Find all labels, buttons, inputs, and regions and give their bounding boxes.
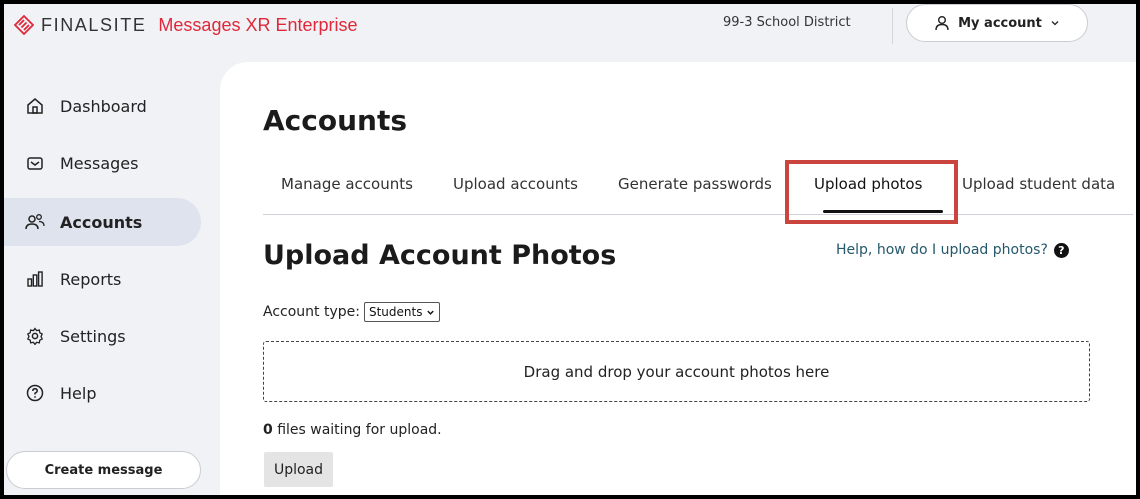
active-tab-underline [823, 210, 943, 213]
help-link-text: Help, how do I upload photos? [836, 242, 1048, 258]
dropzone-text: Drag and drop your account photos here [523, 362, 830, 381]
product-name: Messages XR Enterprise [158, 14, 358, 35]
sidebar-item-label: Help [60, 383, 97, 403]
sidebar-item-messages[interactable]: Messages [4, 139, 201, 187]
message-icon [24, 152, 46, 174]
page-title: Accounts [263, 104, 408, 137]
app-window: FINALSITE Messages XR Enterprise 99-3 Sc… [4, 4, 1136, 495]
user-icon [935, 16, 949, 31]
district-name: 99-3 School District [723, 15, 851, 30]
finalsite-logo-icon [14, 15, 34, 35]
account-type-row: Account type: Students [263, 302, 441, 322]
sidebar-item-reports[interactable]: Reports [4, 255, 201, 303]
account-type-select[interactable]: Students [363, 302, 441, 322]
chevron-down-icon [1051, 21, 1059, 26]
tab-generate-passwords[interactable]: Generate passwords [618, 175, 772, 193]
tab-upload-accounts[interactable]: Upload accounts [453, 175, 578, 193]
chevron-down-icon [427, 310, 435, 315]
logo[interactable]: FINALSITE Messages XR Enterprise [14, 10, 358, 40]
sidebar-item-label: Accounts [60, 212, 143, 232]
bar-chart-icon [24, 268, 46, 290]
upload-queue-status: 0 files waiting for upload. [263, 422, 442, 438]
tab-bar: Manage accounts Upload accounts Generate… [263, 165, 1133, 215]
my-account-label: My account [958, 15, 1042, 31]
top-bar: FINALSITE Messages XR Enterprise 99-3 Sc… [4, 4, 1136, 62]
account-type-label: Account type: [263, 304, 360, 320]
tab-upload-photos[interactable]: Upload photos [814, 175, 922, 193]
main-panel: Accounts Manage accounts Upload accounts… [220, 62, 1136, 495]
photo-dropzone[interactable]: Drag and drop your account photos here [263, 341, 1090, 402]
header-divider [892, 8, 893, 44]
question-icon: ? [1053, 242, 1069, 258]
waiting-count: 0 [263, 422, 273, 438]
sidebar-item-label: Messages [60, 153, 139, 173]
tab-manage-accounts[interactable]: Manage accounts [281, 175, 413, 193]
create-message-button[interactable]: Create message [6, 451, 201, 489]
sidebar-item-settings[interactable]: Settings [4, 312, 201, 360]
account-type-value: Students [368, 305, 423, 319]
gear-icon [24, 325, 46, 347]
help-circle-icon [24, 382, 46, 404]
sidebar-item-help[interactable]: Help [4, 369, 201, 417]
sidebar-item-label: Reports [60, 269, 122, 289]
sidebar-item-accounts[interactable]: Accounts [4, 198, 201, 246]
section-title: Upload Account Photos [263, 240, 617, 271]
sidebar-item-dashboard[interactable]: Dashboard [4, 82, 201, 130]
logo-brand-text: FINALSITE [41, 14, 147, 35]
sidebar: Dashboard Messages Accounts Reports Sett… [4, 62, 214, 495]
sidebar-item-label: Settings [60, 326, 126, 346]
users-icon [24, 211, 46, 233]
waiting-text: files waiting for upload. [272, 422, 442, 438]
home-icon [24, 95, 46, 117]
sidebar-item-label: Dashboard [60, 96, 147, 116]
upload-button[interactable]: Upload [264, 452, 333, 487]
my-account-button[interactable]: My account [906, 4, 1088, 42]
help-upload-photos-link[interactable]: Help, how do I upload photos? ? [836, 242, 1069, 258]
tab-upload-student-data[interactable]: Upload student data [962, 175, 1115, 193]
